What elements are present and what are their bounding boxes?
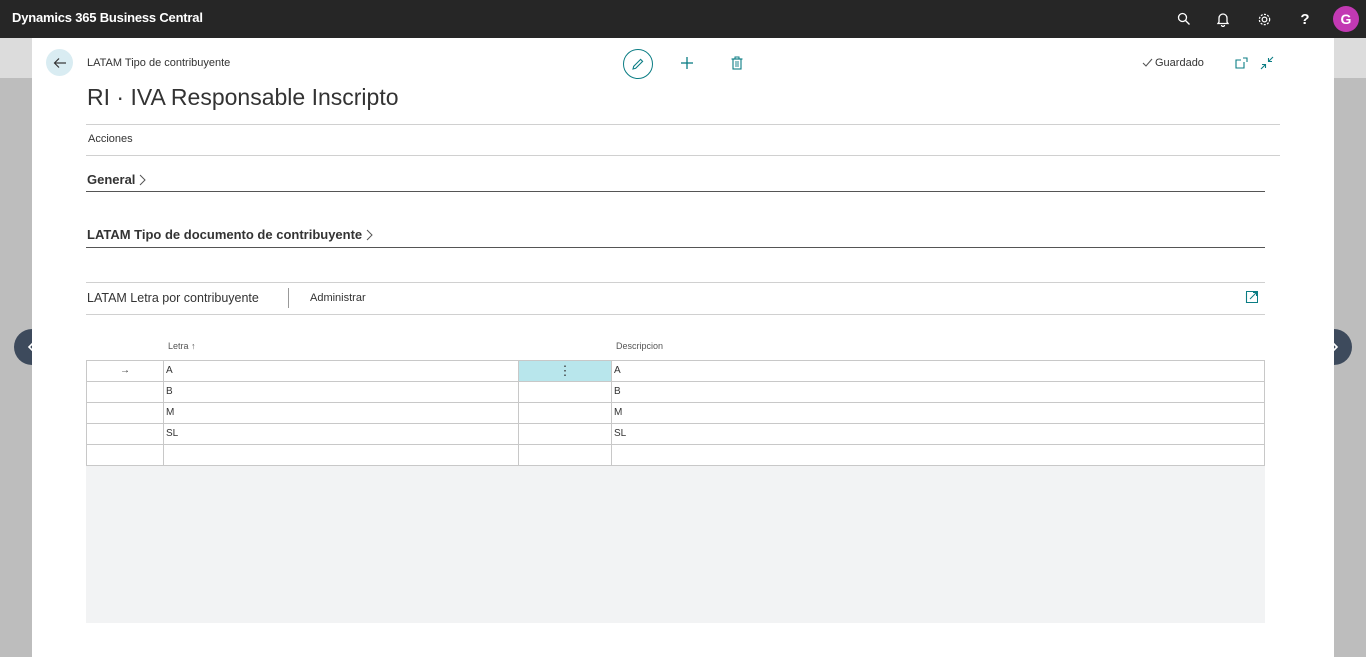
row-marker-cell bbox=[86, 403, 163, 423]
row-marker-cell bbox=[86, 424, 163, 444]
letter-cell[interactable]: SL bbox=[163, 424, 518, 444]
top-app-bar: Dynamics 365 Business Central ? G bbox=[0, 0, 1366, 38]
table-row[interactable]: SL SL bbox=[86, 424, 1265, 445]
letter-cell[interactable]: M bbox=[163, 403, 518, 423]
page-title: RI · IVA Responsable Inscripto bbox=[87, 84, 399, 110]
column-header-letra[interactable]: Letra ↑ bbox=[168, 341, 196, 351]
arrow-left-icon bbox=[53, 57, 66, 68]
description-cell[interactable] bbox=[611, 445, 1265, 465]
fasttab-general-label: General bbox=[87, 172, 136, 187]
letter-cell[interactable]: B bbox=[163, 382, 518, 402]
divider bbox=[86, 314, 1265, 315]
record-card: LATAM Tipo de contribuyente Guardado RI … bbox=[32, 38, 1334, 657]
grid-empty-area bbox=[86, 466, 1265, 623]
description-cell[interactable]: A bbox=[611, 361, 1265, 381]
chevron-right-icon bbox=[366, 229, 373, 240]
row-actions-cell[interactable] bbox=[518, 403, 611, 423]
avatar[interactable]: G bbox=[1333, 6, 1359, 32]
row-actions-cell[interactable] bbox=[518, 382, 611, 402]
breadcrumb: LATAM Tipo de contribuyente bbox=[87, 57, 231, 69]
row-actions-cell[interactable] bbox=[518, 424, 611, 444]
search-icon[interactable] bbox=[1174, 9, 1194, 29]
table-row[interactable]: B B bbox=[86, 382, 1265, 403]
open-in-new-window-icon bbox=[1234, 57, 1248, 69]
actions-menu[interactable]: Acciones bbox=[88, 133, 133, 145]
help-icon[interactable]: ? bbox=[1295, 9, 1315, 29]
saved-status: Guardado bbox=[1142, 57, 1204, 69]
divider bbox=[86, 124, 1280, 125]
divider bbox=[86, 191, 1265, 192]
fasttab-document-types[interactable]: LATAM Tipo de documento de contribuyente bbox=[87, 227, 373, 242]
separator bbox=[288, 288, 289, 308]
letter-cell[interactable] bbox=[163, 445, 518, 465]
current-row-arrow-icon: → bbox=[86, 361, 163, 381]
table-row[interactable]: M M bbox=[86, 403, 1265, 424]
manage-menu[interactable]: Administrar bbox=[310, 292, 366, 304]
row-actions-icon[interactable]: ⋮ bbox=[518, 361, 611, 381]
pencil-icon bbox=[632, 58, 644, 70]
lines-grid: → A ⋮ A B B M M SL SL bbox=[86, 360, 1265, 466]
checkmark-icon bbox=[1142, 58, 1153, 67]
open-new-window-button[interactable] bbox=[1231, 53, 1251, 73]
gear-icon[interactable] bbox=[1254, 9, 1274, 29]
fasttab-document-types-label: LATAM Tipo de documento de contribuyente bbox=[87, 227, 363, 242]
fasttab-general[interactable]: General bbox=[87, 172, 147, 187]
edit-button[interactable] bbox=[623, 49, 653, 79]
saved-status-label: Guardado bbox=[1155, 57, 1204, 69]
row-actions-cell[interactable] bbox=[518, 445, 611, 465]
column-header-descripcion[interactable]: Descripcion bbox=[616, 341, 663, 351]
letter-cell[interactable]: A bbox=[163, 361, 518, 381]
description-cell[interactable]: SL bbox=[611, 424, 1265, 444]
chevron-right-icon bbox=[140, 174, 147, 185]
table-row-new[interactable] bbox=[86, 445, 1265, 466]
bell-icon[interactable] bbox=[1213, 9, 1233, 29]
row-marker-cell bbox=[86, 382, 163, 402]
expand-subpage-icon[interactable] bbox=[1245, 290, 1259, 304]
description-cell[interactable]: M bbox=[611, 403, 1265, 423]
plus-icon bbox=[681, 57, 693, 69]
new-button[interactable] bbox=[677, 53, 697, 73]
delete-button[interactable] bbox=[727, 53, 747, 73]
app-title[interactable]: Dynamics 365 Business Central bbox=[12, 10, 203, 25]
row-marker-cell bbox=[86, 445, 163, 465]
divider bbox=[86, 282, 1265, 283]
divider bbox=[86, 155, 1280, 156]
collapse-icon bbox=[1260, 56, 1274, 70]
description-cell[interactable]: B bbox=[611, 382, 1265, 402]
table-row[interactable]: → A ⋮ A bbox=[86, 361, 1265, 382]
trash-icon bbox=[731, 56, 743, 70]
divider bbox=[86, 247, 1265, 248]
back-button[interactable] bbox=[46, 49, 73, 76]
subpage-title[interactable]: LATAM Letra por contribuyente bbox=[87, 291, 259, 305]
collapse-button[interactable] bbox=[1257, 53, 1277, 73]
